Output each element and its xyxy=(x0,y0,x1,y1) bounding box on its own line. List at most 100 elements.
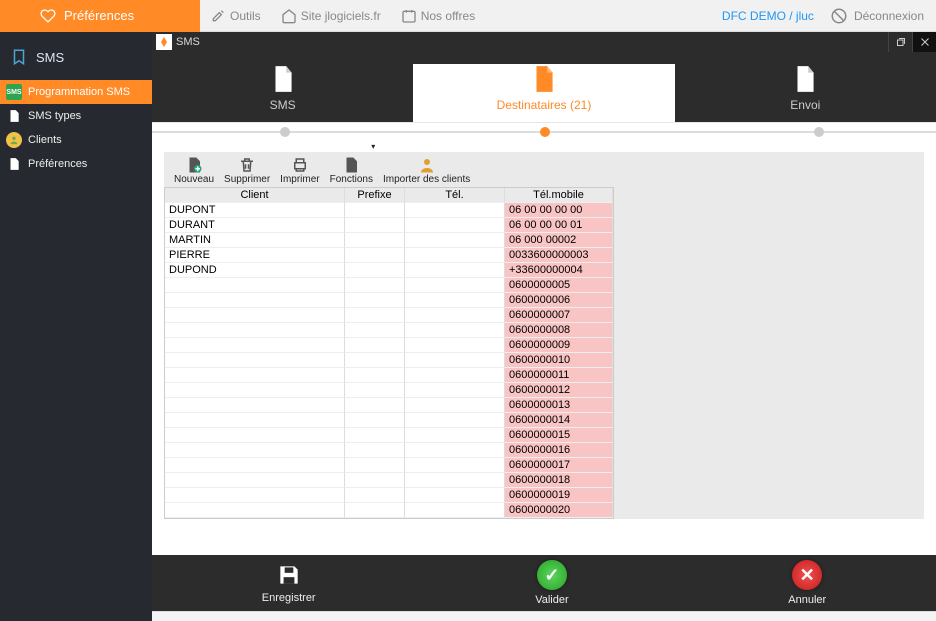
cell-tel[interactable] xyxy=(405,398,505,413)
cell-tel[interactable] xyxy=(405,278,505,293)
table-row[interactable]: DURANT06 00 00 00 01 xyxy=(165,218,613,233)
table-row[interactable]: 0600000010 xyxy=(165,353,613,368)
cell-client[interactable] xyxy=(165,503,345,518)
cell-client[interactable] xyxy=(165,323,345,338)
cell-client[interactable]: DURANT xyxy=(165,218,345,233)
cell-prefix[interactable] xyxy=(345,413,405,428)
window-restore-button[interactable] xyxy=(888,32,912,52)
top-item-offers[interactable]: Nos offres xyxy=(401,8,475,24)
cell-mobile[interactable]: +33600000004 xyxy=(505,263,613,278)
cell-prefix[interactable] xyxy=(345,428,405,443)
delete-button[interactable]: Supprimer xyxy=(220,154,274,187)
table-row[interactable]: 0600000019 xyxy=(165,488,613,503)
cell-client[interactable]: DUPONT xyxy=(165,203,345,218)
table-row[interactable]: 0600000020 xyxy=(165,503,613,518)
cell-tel[interactable] xyxy=(405,503,505,518)
top-tab-preferences[interactable]: Préférences xyxy=(0,0,200,32)
cell-client[interactable]: MARTIN xyxy=(165,233,345,248)
cell-mobile[interactable]: 0600000007 xyxy=(505,308,613,323)
col-prefix[interactable]: Prefixe xyxy=(345,188,405,203)
cell-tel[interactable] xyxy=(405,218,505,233)
cell-tel[interactable] xyxy=(405,413,505,428)
cell-tel[interactable] xyxy=(405,443,505,458)
cell-client[interactable] xyxy=(165,443,345,458)
cell-mobile[interactable]: 0600000011 xyxy=(505,368,613,383)
cell-prefix[interactable] xyxy=(345,293,405,308)
table-row[interactable]: 0600000012 xyxy=(165,383,613,398)
new-button[interactable]: Nouveau xyxy=(170,154,218,187)
cell-mobile[interactable]: 0600000006 xyxy=(505,293,613,308)
table-row[interactable]: 0600000016 xyxy=(165,443,613,458)
step-destinataires[interactable]: Destinataires (21) xyxy=(413,64,674,122)
cell-mobile[interactable]: 0600000010 xyxy=(505,353,613,368)
cell-client[interactable] xyxy=(165,383,345,398)
step-sms[interactable]: SMS xyxy=(152,64,413,122)
cell-mobile[interactable]: 0600000009 xyxy=(505,338,613,353)
cell-mobile[interactable]: 0600000014 xyxy=(505,413,613,428)
top-item-site[interactable]: Site jlogiciels.fr xyxy=(281,8,381,24)
cell-prefix[interactable] xyxy=(345,233,405,248)
cell-mobile[interactable]: 0600000018 xyxy=(505,473,613,488)
cell-mobile[interactable]: 0600000008 xyxy=(505,323,613,338)
cell-prefix[interactable] xyxy=(345,368,405,383)
cancel-button[interactable]: ✕ Annuler xyxy=(788,560,826,606)
top-user-label[interactable]: DFC DEMO / jluc xyxy=(722,9,814,23)
cell-prefix[interactable] xyxy=(345,323,405,338)
cell-prefix[interactable] xyxy=(345,383,405,398)
cell-mobile[interactable]: 0600000017 xyxy=(505,458,613,473)
cell-mobile[interactable]: 0600000015 xyxy=(505,428,613,443)
cell-client[interactable] xyxy=(165,458,345,473)
cell-mobile[interactable]: 0600000020 xyxy=(505,503,613,518)
cell-client[interactable] xyxy=(165,428,345,443)
cell-mobile[interactable]: 06 00 00 00 00 xyxy=(505,203,613,218)
validate-button[interactable]: ✓ Valider xyxy=(535,560,568,606)
sidebar-item-clients[interactable]: Clients xyxy=(0,128,152,152)
top-logout[interactable]: Déconnexion xyxy=(830,7,924,25)
cell-tel[interactable] xyxy=(405,458,505,473)
cell-mobile[interactable]: 0600000016 xyxy=(505,443,613,458)
table-row[interactable]: MARTIN 06 000 00002 xyxy=(165,233,613,248)
col-mobile[interactable]: Tél.mobile xyxy=(505,188,613,203)
cell-prefix[interactable] xyxy=(345,443,405,458)
cell-client[interactable] xyxy=(165,278,345,293)
table-row[interactable]: 0600000018 xyxy=(165,473,613,488)
cell-prefix[interactable] xyxy=(345,308,405,323)
cell-mobile[interactable]: 0600000019 xyxy=(505,488,613,503)
cell-tel[interactable] xyxy=(405,233,505,248)
table-row[interactable]: 0600000007 xyxy=(165,308,613,323)
top-item-tools[interactable]: Outils xyxy=(210,8,261,24)
cell-tel[interactable] xyxy=(405,308,505,323)
sidebar-item-programmation[interactable]: SMS Programmation SMS xyxy=(0,80,152,104)
table-row[interactable]: 0600000005 xyxy=(165,278,613,293)
cell-mobile[interactable]: 0033600000003 xyxy=(505,248,613,263)
cell-mobile[interactable]: 06 000 00002 xyxy=(505,233,613,248)
cell-prefix[interactable] xyxy=(345,203,405,218)
cell-tel[interactable] xyxy=(405,428,505,443)
table-row[interactable]: 0600000006 xyxy=(165,293,613,308)
cell-tel[interactable] xyxy=(405,368,505,383)
cell-tel[interactable] xyxy=(405,473,505,488)
cell-prefix[interactable] xyxy=(345,488,405,503)
cell-tel[interactable] xyxy=(405,203,505,218)
col-client[interactable]: Client xyxy=(165,188,345,203)
cell-tel[interactable] xyxy=(405,353,505,368)
cell-mobile[interactable]: 0600000012 xyxy=(505,383,613,398)
cell-tel[interactable] xyxy=(405,383,505,398)
table-row[interactable]: 0600000011 xyxy=(165,368,613,383)
cell-client[interactable] xyxy=(165,353,345,368)
col-tel[interactable]: Tél. xyxy=(405,188,505,203)
cell-tel[interactable] xyxy=(405,293,505,308)
cell-client[interactable] xyxy=(165,398,345,413)
cell-prefix[interactable] xyxy=(345,338,405,353)
step-envoi[interactable]: Envoi xyxy=(675,64,936,122)
cell-tel[interactable] xyxy=(405,248,505,263)
functions-button[interactable]: Fonctions xyxy=(326,154,377,187)
cell-client[interactable] xyxy=(165,368,345,383)
import-clients-button[interactable]: Importer des clients xyxy=(379,154,474,187)
cell-prefix[interactable] xyxy=(345,473,405,488)
cell-client[interactable] xyxy=(165,413,345,428)
cell-prefix[interactable] xyxy=(345,398,405,413)
cell-tel[interactable] xyxy=(405,263,505,278)
cell-client[interactable] xyxy=(165,473,345,488)
cell-client[interactable] xyxy=(165,308,345,323)
